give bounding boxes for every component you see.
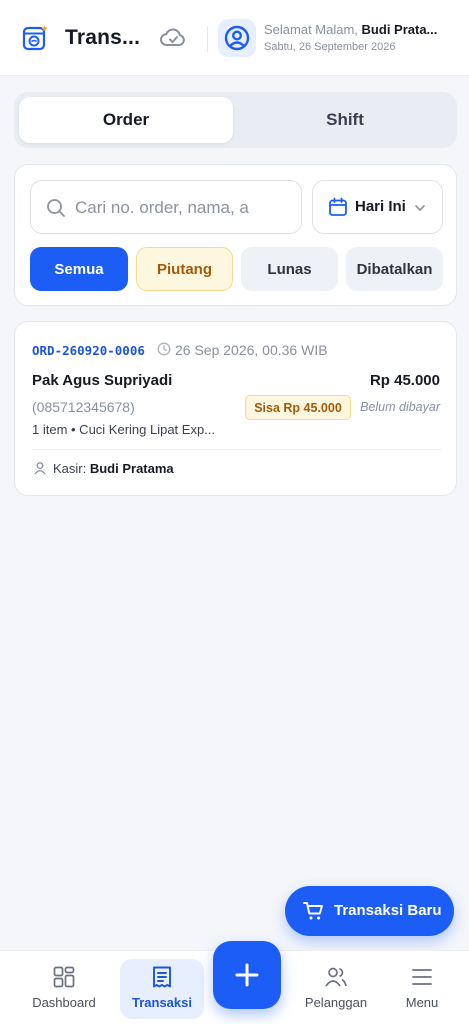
date-range-select[interactable]: Hari Ini bbox=[312, 180, 443, 234]
dashboard-icon bbox=[53, 966, 75, 988]
greeting-text: Selamat Malam, Budi Prata... bbox=[264, 22, 438, 37]
cart-icon bbox=[303, 902, 323, 920]
order-total: Rp 45.000 bbox=[369, 372, 440, 389]
header-divider bbox=[207, 26, 208, 52]
menu-icon bbox=[412, 969, 432, 985]
search-box bbox=[30, 180, 302, 234]
cashier-info: Kasir: Budi Pratama bbox=[53, 461, 174, 476]
payment-status: Belum dibayar bbox=[360, 400, 440, 414]
header-date: Sabtu, 26 September 2026 bbox=[264, 41, 396, 53]
order-items-summary: 1 item • Cuci Kering Lipat Exp... bbox=[32, 422, 216, 437]
app-title: Trans... bbox=[65, 26, 141, 49]
nav-menu[interactable]: Menu bbox=[380, 959, 464, 1019]
add-order-button[interactable] bbox=[213, 941, 281, 1009]
nav-dashboard[interactable]: Dashboard bbox=[22, 959, 106, 1019]
search-input[interactable] bbox=[75, 193, 289, 223]
clock-icon bbox=[157, 342, 171, 356]
order-card[interactable]: ORD-260920-0006 26 Sep 2026, 00.36 WIB P… bbox=[14, 321, 457, 496]
order-shift-tabs: Order Shift bbox=[14, 92, 457, 148]
nav-menu-label: Menu bbox=[405, 995, 439, 1010]
users-icon bbox=[325, 967, 347, 987]
filter-card: Hari Ini Semua Piutang Lunas Dibatalkan bbox=[14, 164, 457, 306]
avatar[interactable] bbox=[218, 19, 256, 57]
washing-machine-icon[interactable] bbox=[22, 25, 48, 51]
app-header: Trans... Selamat Malam, Budi Prata... Sa… bbox=[0, 0, 469, 76]
nav-pelanggan[interactable]: Pelanggan bbox=[294, 959, 378, 1019]
receipt-icon bbox=[153, 966, 171, 988]
filter-chip-piutang[interactable]: Piutang bbox=[136, 247, 233, 291]
cloud-sync-icon[interactable] bbox=[159, 26, 187, 50]
customer-name: Pak Agus Supriyadi bbox=[32, 372, 173, 389]
tab-shift[interactable]: Shift bbox=[238, 97, 452, 143]
filter-chip-lunas[interactable]: Lunas bbox=[241, 247, 338, 291]
new-transaction-button[interactable]: Transaksi Baru bbox=[285, 886, 454, 936]
customer-phone: (085712345678) bbox=[32, 399, 135, 415]
new-transaction-label: Transaksi Baru bbox=[334, 902, 442, 919]
filter-chip-semua[interactable]: Semua bbox=[30, 247, 128, 291]
user-circle-icon bbox=[224, 25, 250, 51]
remaining-balance-badge: Sisa Rp 45.000 bbox=[245, 395, 351, 420]
nav-pelanggan-label: Pelanggan bbox=[304, 995, 368, 1010]
user-icon bbox=[34, 462, 46, 475]
chevron-down-icon bbox=[415, 205, 425, 211]
bottom-nav: Dashboard Transaksi Pelanggan Menu bbox=[0, 941, 469, 1024]
order-time: 26 Sep 2026, 00.36 WIB bbox=[175, 342, 328, 358]
nav-transaksi[interactable]: Transaksi bbox=[120, 959, 204, 1019]
date-range-label: Hari Ini bbox=[355, 198, 406, 215]
nav-dashboard-label: Dashboard bbox=[32, 995, 96, 1010]
filter-chip-dibatalkan[interactable]: Dibatalkan bbox=[346, 247, 443, 291]
calendar-icon bbox=[329, 197, 347, 216]
card-divider bbox=[32, 449, 441, 450]
user-name: Budi Prata... bbox=[361, 22, 438, 37]
nav-transaksi-label: Transaksi bbox=[132, 995, 192, 1010]
search-icon bbox=[47, 199, 65, 217]
plus-icon bbox=[235, 963, 259, 987]
tab-order[interactable]: Order bbox=[19, 97, 233, 143]
order-id: ORD-260920-0006 bbox=[32, 343, 145, 358]
cashier-name: Budi Pratama bbox=[89, 461, 174, 476]
